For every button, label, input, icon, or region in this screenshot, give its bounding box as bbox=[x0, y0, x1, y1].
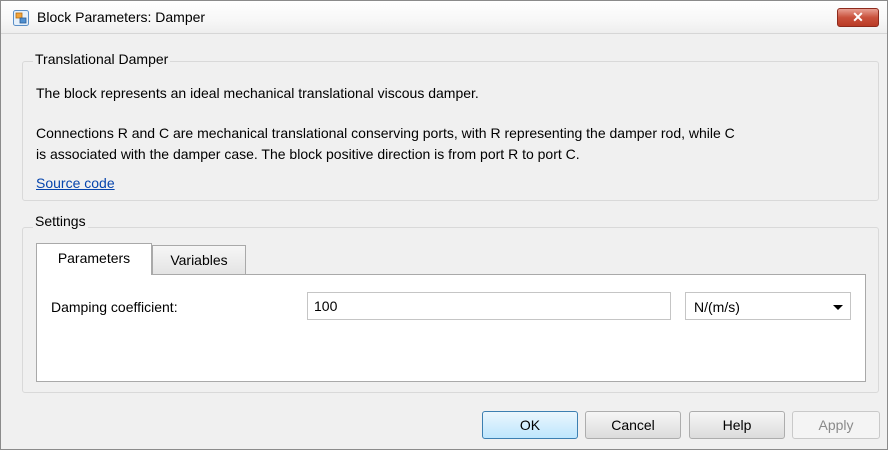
tab-variables-label: Variables bbox=[170, 252, 228, 268]
parameters-tab-panel: Damping coefficient: N/(m/s) bbox=[36, 274, 866, 382]
title-bar[interactable]: Block Parameters: Damper ✕ bbox=[1, 1, 887, 34]
description-group-title: Translational Damper bbox=[33, 51, 171, 67]
chevron-down-icon bbox=[833, 305, 843, 310]
window-title: Block Parameters: Damper bbox=[37, 9, 206, 25]
apply-button[interactable]: Apply bbox=[792, 411, 880, 439]
cancel-button[interactable]: Cancel bbox=[585, 411, 681, 439]
description-ports-line-2: is associated with the damper case. The … bbox=[36, 146, 580, 162]
simulink-block-icon bbox=[13, 10, 29, 26]
damping-coefficient-input[interactable] bbox=[307, 292, 671, 320]
damping-unit-value: N/(m/s) bbox=[694, 299, 740, 315]
source-code-link[interactable]: Source code bbox=[36, 175, 115, 191]
help-button[interactable]: Help bbox=[689, 411, 785, 439]
tab-parameters-label: Parameters bbox=[57, 250, 131, 266]
damping-coefficient-label: Damping coefficient: bbox=[51, 299, 178, 315]
description-summary: The block represents an ideal mechanical… bbox=[36, 85, 479, 101]
tab-variables[interactable]: Variables bbox=[152, 245, 246, 275]
close-icon: ✕ bbox=[852, 9, 864, 25]
settings-group-title: Settings bbox=[33, 213, 88, 229]
damping-unit-select[interactable]: N/(m/s) bbox=[685, 292, 851, 320]
block-parameters-dialog: Block Parameters: Damper ✕ Translational… bbox=[0, 0, 888, 450]
close-button[interactable]: ✕ bbox=[837, 8, 879, 27]
tab-parameters[interactable]: Parameters bbox=[36, 243, 152, 275]
ok-button[interactable]: OK bbox=[482, 411, 578, 439]
description-ports-line-1: Connections R and C are mechanical trans… bbox=[36, 125, 735, 141]
